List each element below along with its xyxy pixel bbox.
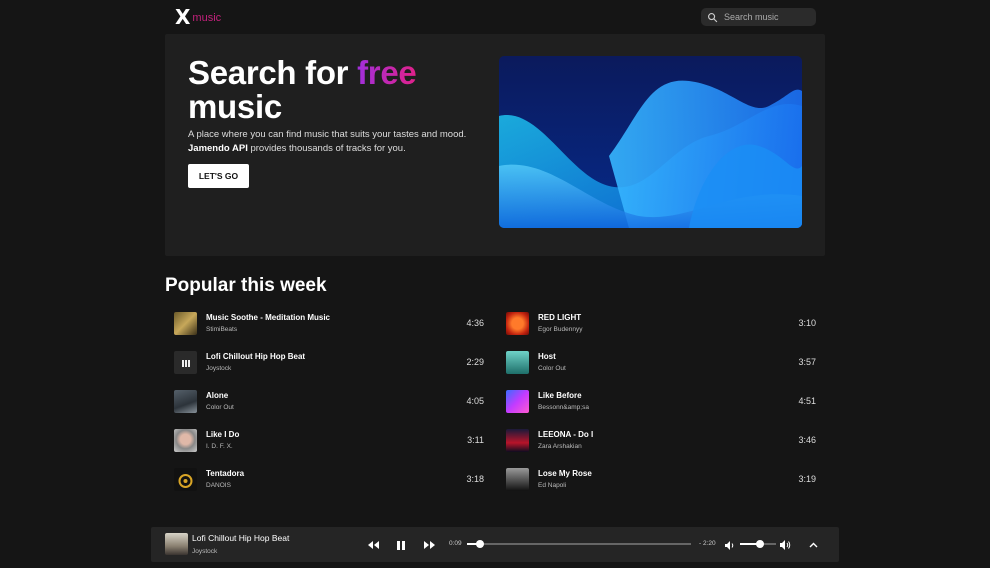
track-artist: I. D. F. X. bbox=[206, 443, 233, 450]
track-artist: StimiBeats bbox=[206, 326, 238, 333]
hero-desc-line2: provides thousands of tracks for you. bbox=[247, 143, 406, 154]
hero-wave-image bbox=[499, 56, 802, 228]
chevron-up-icon bbox=[809, 542, 817, 548]
track-title: RED LIGHT bbox=[538, 313, 582, 322]
track-title: Tentadora bbox=[206, 469, 245, 478]
progress-handle[interactable] bbox=[476, 540, 485, 548]
player-bar: Lofi Chillout Hip Hop Beat Joystock 0:09… bbox=[151, 527, 839, 562]
progress-bar[interactable] bbox=[467, 540, 691, 548]
hero-desc-bold: Jamendo API bbox=[188, 143, 248, 154]
track-list-right: RED LIGHT Egor Budennyy 3:10 Host Color … bbox=[497, 309, 827, 504]
track-title: Music Soothe - Meditation Music bbox=[206, 313, 331, 322]
track-row[interactable]: Lose My Rose Ed Napoli 3:19 bbox=[497, 465, 827, 504]
track-row[interactable]: Like I Do I. D. F. X. 3:11 bbox=[165, 426, 495, 465]
search-box[interactable] bbox=[701, 8, 816, 26]
track-cover bbox=[506, 429, 529, 452]
volume-high-button[interactable] bbox=[779, 538, 793, 552]
track-row[interactable]: Tentadora DANOIS 3:18 bbox=[165, 465, 495, 504]
track-title: Lofi Chillout Hip Hop Beat bbox=[206, 352, 306, 361]
track-duration: 3:19 bbox=[798, 474, 816, 484]
track-artist: Color Out bbox=[538, 365, 566, 372]
track-row[interactable]: Host Color Out 3:57 bbox=[497, 348, 827, 387]
hero-desc-line1: A place where you can find music that su… bbox=[188, 129, 467, 140]
track-duration: 3:10 bbox=[798, 318, 816, 328]
track-title: Host bbox=[538, 352, 556, 361]
logo-mark: X bbox=[175, 5, 191, 29]
hero-title: Search for free music bbox=[188, 54, 417, 125]
track-cover bbox=[174, 312, 197, 335]
volume-low-icon bbox=[725, 540, 734, 550]
track-duration: 2:29 bbox=[466, 357, 484, 367]
volume-slider[interactable] bbox=[740, 540, 776, 548]
track-duration: 3:57 bbox=[798, 357, 816, 367]
track-row[interactable]: Like Before Bessonn&amp;sa 4:51 bbox=[497, 387, 827, 426]
track-row[interactable]: Alone Color Out 4:05 bbox=[165, 387, 495, 426]
track-duration: 3:46 bbox=[798, 435, 816, 445]
volume-handle[interactable] bbox=[755, 540, 764, 548]
hero-banner: Search for free music A place where you … bbox=[165, 34, 825, 256]
track-cover bbox=[174, 429, 197, 452]
lets-go-button[interactable]: LET'S GO bbox=[188, 164, 249, 188]
now-playing-title: Lofi Chillout Hip Hop Beat bbox=[192, 533, 290, 543]
hero-description: A place where you can find music that su… bbox=[188, 128, 478, 156]
expand-player-button[interactable] bbox=[806, 538, 820, 552]
track-cover bbox=[506, 390, 529, 413]
rewind-icon bbox=[367, 541, 379, 549]
track-row[interactable]: LEEONA - Do I Zara Arshakian 3:46 bbox=[497, 426, 827, 465]
hero-title-part2: music bbox=[188, 88, 282, 125]
track-artist: Zara Arshakian bbox=[538, 443, 582, 450]
track-row[interactable]: RED LIGHT Egor Budennyy 3:10 bbox=[497, 309, 827, 348]
now-playing-cover bbox=[165, 533, 188, 555]
track-artist: DANOIS bbox=[206, 482, 231, 489]
track-cover bbox=[506, 351, 529, 374]
track-row[interactable]: Music Soothe - Meditation Music StimiBea… bbox=[165, 309, 495, 348]
track-duration: 3:18 bbox=[466, 474, 484, 484]
track-title: Alone bbox=[206, 391, 229, 400]
track-title: Lose My Rose bbox=[538, 469, 592, 478]
track-artist: Egor Budennyy bbox=[538, 326, 583, 333]
pause-icon bbox=[397, 540, 405, 550]
track-duration: 4:36 bbox=[466, 318, 484, 328]
track-row[interactable]: Lofi Chillout Hip Hop Beat Joystock 2:29 bbox=[165, 348, 495, 387]
fast-forward-button[interactable] bbox=[422, 538, 436, 552]
track-artist: Ed Napoli bbox=[538, 482, 567, 489]
track-cover bbox=[174, 351, 197, 374]
track-duration: 3:11 bbox=[467, 435, 484, 445]
hero-title-highlight: free bbox=[357, 54, 417, 91]
track-duration: 4:51 bbox=[798, 396, 816, 406]
top-header: X music bbox=[0, 0, 990, 34]
track-artist: Bessonn&amp;sa bbox=[538, 404, 589, 411]
remaining-time: - 2:20 bbox=[699, 540, 716, 547]
track-cover bbox=[506, 312, 529, 335]
rewind-button[interactable] bbox=[366, 538, 380, 552]
volume-low-button[interactable] bbox=[723, 538, 737, 552]
hero-title-part1: Search for bbox=[188, 54, 358, 91]
search-icon bbox=[708, 12, 718, 22]
track-artist: Joystock bbox=[206, 365, 232, 372]
logo[interactable]: X music bbox=[175, 5, 222, 29]
track-cover bbox=[174, 390, 197, 413]
track-title: Like I Do bbox=[206, 430, 240, 439]
track-duration: 4:05 bbox=[466, 396, 484, 406]
pause-button[interactable] bbox=[394, 538, 408, 552]
track-cover bbox=[174, 468, 197, 491]
popular-title: Popular this week bbox=[165, 275, 327, 296]
now-playing-artist: Joystock bbox=[192, 548, 218, 555]
track-list-left: Music Soothe - Meditation Music StimiBea… bbox=[165, 309, 495, 504]
fast-forward-icon bbox=[423, 541, 435, 549]
current-time: 0:09 bbox=[449, 540, 462, 547]
volume-high-icon bbox=[780, 540, 791, 550]
track-title: Like Before bbox=[538, 391, 582, 400]
search-input[interactable] bbox=[724, 12, 809, 22]
track-artist: Color Out bbox=[206, 404, 234, 411]
track-cover bbox=[506, 468, 529, 491]
logo-text: music bbox=[192, 12, 222, 24]
track-title: LEEONA - Do I bbox=[538, 430, 594, 439]
